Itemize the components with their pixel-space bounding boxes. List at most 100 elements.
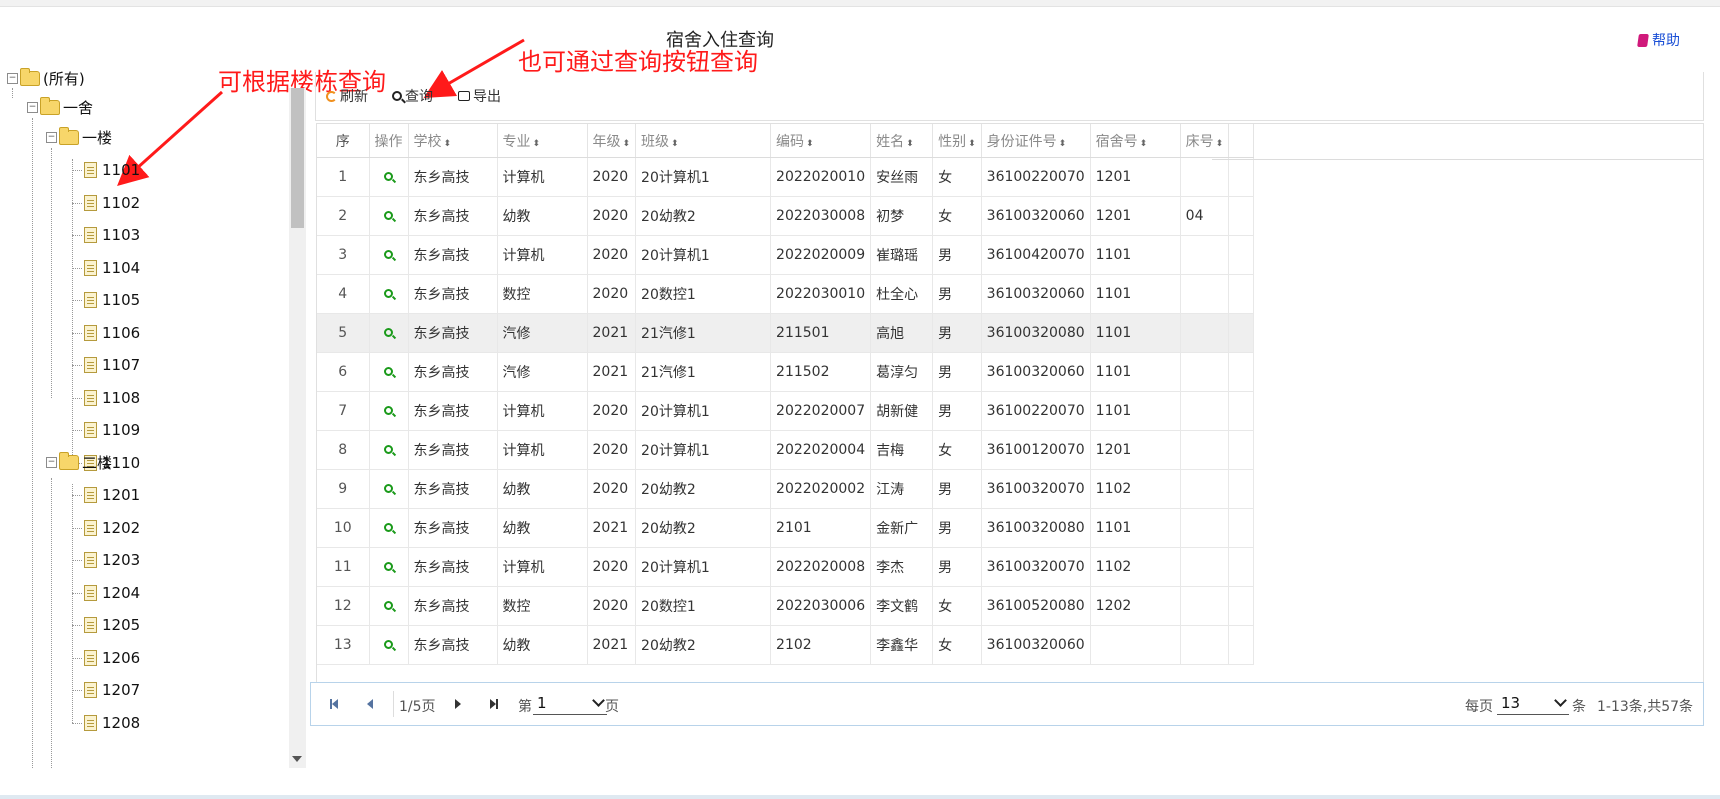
column-header[interactable]: 编码 ⬍ bbox=[770, 124, 872, 158]
table-cell: 1102 bbox=[1090, 547, 1181, 587]
collapse-icon[interactable]: − bbox=[46, 456, 57, 468]
view-detail-button[interactable] bbox=[369, 313, 409, 353]
table-row[interactable]: 11 东乡高技 计算机 2020 20计算机1 2022020008 李杰男 36100320… bbox=[317, 547, 1255, 587]
tree-room-1103[interactable]: 1103 bbox=[84, 224, 140, 246]
view-detail-button[interactable] bbox=[369, 586, 409, 626]
tree-room-1102[interactable]: 1102 bbox=[84, 192, 140, 214]
table-cell: 汽修 bbox=[497, 313, 588, 353]
sort-icon[interactable]: ⬍ bbox=[968, 139, 976, 149]
column-header[interactable]: 床号 ⬍ bbox=[1180, 124, 1230, 158]
tree-room-1101[interactable]: 1101 bbox=[84, 159, 140, 181]
table-cell: 2022020004 bbox=[770, 430, 872, 470]
tree-room-1105[interactable]: 1105 bbox=[84, 289, 140, 311]
query-button[interactable]: 查询 bbox=[392, 86, 433, 106]
tree-floor-1[interactable]: − 一楼 bbox=[46, 126, 112, 148]
tree-room-1104[interactable]: 1104 bbox=[84, 257, 140, 279]
table-cell: 数控 bbox=[497, 586, 588, 626]
column-header[interactable]: 宿舍号 ⬍ bbox=[1090, 124, 1181, 158]
tree-room-1202[interactable]: 1202 bbox=[84, 517, 140, 539]
table-row[interactable]: 9 东乡高技 幼教 2020 20幼教2 2022020002 江涛男 36100320070… bbox=[317, 469, 1255, 509]
last-page-button[interactable] bbox=[485, 695, 503, 713]
scroll-down-icon[interactable] bbox=[292, 756, 302, 762]
tree-room-1201[interactable]: 1201 bbox=[84, 484, 140, 506]
tree-room-1106[interactable]: 1106 bbox=[84, 322, 140, 344]
tree-room-1206[interactable]: 1206 bbox=[84, 647, 140, 669]
collapse-icon[interactable]: − bbox=[7, 72, 18, 84]
collapse-icon[interactable]: − bbox=[46, 131, 57, 143]
view-detail-button[interactable] bbox=[369, 469, 409, 509]
scrollbar-thumb[interactable] bbox=[291, 88, 304, 228]
bottom-border bbox=[0, 795, 1720, 799]
column-header[interactable]: 身份证件号 ⬍ bbox=[981, 124, 1091, 158]
next-page-button[interactable] bbox=[449, 695, 467, 713]
table-row[interactable]: 10 东乡高技 幼教 2021 20幼教2 2101 金新广男 36100320080 1101 bbox=[317, 508, 1255, 548]
goto-page-select[interactable]: 1 bbox=[533, 691, 607, 715]
sort-icon[interactable]: ⬍ bbox=[1059, 139, 1067, 149]
column-header[interactable]: 姓名 ⬍ bbox=[870, 124, 934, 158]
table-row[interactable]: 13 东乡高技 幼教 2021 20幼教2 2102 李鑫华女 36100320060 bbox=[317, 625, 1255, 665]
table-row[interactable]: 2 东乡高技 幼教 2020 20幼教2 2022030008 初梦女 36100320060… bbox=[317, 196, 1255, 236]
tree-room-1207[interactable]: 1207 bbox=[84, 679, 140, 701]
view-detail-button[interactable] bbox=[369, 196, 409, 236]
tree-room-1107[interactable]: 1107 bbox=[84, 354, 140, 376]
sort-icon[interactable]: ⬍ bbox=[444, 139, 452, 149]
table-row[interactable]: 6 东乡高技 汽修 2021 21汽修1 211502 葛淳匀男 36100320060 110… bbox=[317, 352, 1255, 392]
view-detail-button[interactable] bbox=[369, 430, 409, 470]
view-detail-button[interactable] bbox=[369, 274, 409, 314]
view-detail-button[interactable] bbox=[369, 547, 409, 587]
refresh-button[interactable]: 刷新 bbox=[326, 86, 368, 106]
tree-room-1208[interactable]: 1208 bbox=[84, 712, 140, 734]
document-icon bbox=[84, 292, 97, 308]
column-header[interactable]: 专业 ⬍ bbox=[497, 124, 588, 158]
view-detail-button[interactable] bbox=[369, 391, 409, 431]
table-cell: 2020 bbox=[587, 235, 637, 275]
tree-scrollbar[interactable] bbox=[289, 88, 306, 768]
column-header[interactable]: 班级 ⬍ bbox=[635, 124, 772, 158]
help-link[interactable]: 帮助 bbox=[1637, 30, 1680, 50]
per-page-select[interactable]: 13 bbox=[1497, 691, 1569, 715]
sort-icon[interactable]: ⬍ bbox=[623, 139, 631, 149]
tree-room-1204[interactable]: 1204 bbox=[84, 582, 140, 604]
collapse-icon[interactable]: − bbox=[27, 101, 38, 113]
column-header[interactable]: 年级 ⬍ bbox=[587, 124, 637, 158]
table-row[interactable]: 8 东乡高技 计算机 2020 20计算机1 2022020004 吉梅女 361001200… bbox=[317, 430, 1255, 470]
chevron-down-icon bbox=[592, 694, 605, 707]
view-detail-button[interactable] bbox=[369, 235, 409, 275]
table-row[interactable]: 4 东乡高技 数控 2020 20数控1 2022030010 杜全心男 3610032006… bbox=[317, 274, 1255, 314]
column-header: 操作 bbox=[369, 124, 409, 158]
sort-icon[interactable]: ⬍ bbox=[1140, 139, 1148, 149]
first-page-button[interactable] bbox=[325, 695, 343, 713]
table-row[interactable]: 7 东乡高技 计算机 2020 20计算机1 2022020007 胡新健男 36100220… bbox=[317, 391, 1255, 431]
sort-icon[interactable]: ⬍ bbox=[906, 139, 914, 149]
tree-root[interactable]: − (所有) bbox=[7, 67, 85, 89]
tree-room-label: 1206 bbox=[102, 648, 141, 667]
view-detail-button[interactable] bbox=[369, 508, 409, 548]
table-row[interactable]: 1 东乡高技 计算机 2020 20计算机1 2022020010 安丝雨女 36100220… bbox=[317, 157, 1255, 197]
folder-icon bbox=[20, 67, 40, 86]
table-cell bbox=[1180, 547, 1230, 587]
tree-room-1108[interactable]: 1108 bbox=[84, 387, 140, 409]
sort-icon[interactable]: ⬍ bbox=[806, 139, 814, 149]
column-header[interactable]: 学校 ⬍ bbox=[408, 124, 498, 158]
document-icon bbox=[84, 519, 97, 536]
export-button[interactable]: 导出 bbox=[458, 86, 501, 106]
table-cell bbox=[1180, 430, 1230, 470]
tree-floor-2[interactable]: − 二楼 bbox=[46, 451, 112, 473]
table-row[interactable]: 12 东乡高技 数控 2020 20数控1 2022030006 李文鹤女 361005200… bbox=[317, 586, 1255, 626]
column-header[interactable]: 性别 ⬍ bbox=[932, 124, 982, 158]
tree-building[interactable]: − 一舍 bbox=[27, 96, 93, 118]
sort-icon[interactable]: ⬍ bbox=[1216, 139, 1224, 149]
pager: 1/5页 第 1 页 每页 13 条 1-13条,共57条 bbox=[310, 682, 1704, 726]
table-cell: 2022030010 bbox=[770, 274, 872, 314]
prev-page-button[interactable] bbox=[361, 695, 379, 713]
tree-room-1205[interactable]: 1205 bbox=[84, 614, 140, 636]
view-detail-button[interactable] bbox=[369, 157, 409, 197]
table-row[interactable]: 3 东乡高技 计算机 2020 20计算机1 2022020009 崔璐瑶男 36100420… bbox=[317, 235, 1255, 275]
tree-room-1109[interactable]: 1109 bbox=[84, 419, 140, 441]
sort-icon[interactable]: ⬍ bbox=[671, 139, 679, 149]
table-row[interactable]: 5 东乡高技 汽修 2021 21汽修1 211501 高旭男 36100320080 1101 bbox=[317, 313, 1255, 353]
sort-icon[interactable]: ⬍ bbox=[533, 139, 541, 149]
view-detail-button[interactable] bbox=[369, 625, 409, 665]
view-detail-button[interactable] bbox=[369, 352, 409, 392]
tree-room-1203[interactable]: 1203 bbox=[84, 549, 140, 571]
